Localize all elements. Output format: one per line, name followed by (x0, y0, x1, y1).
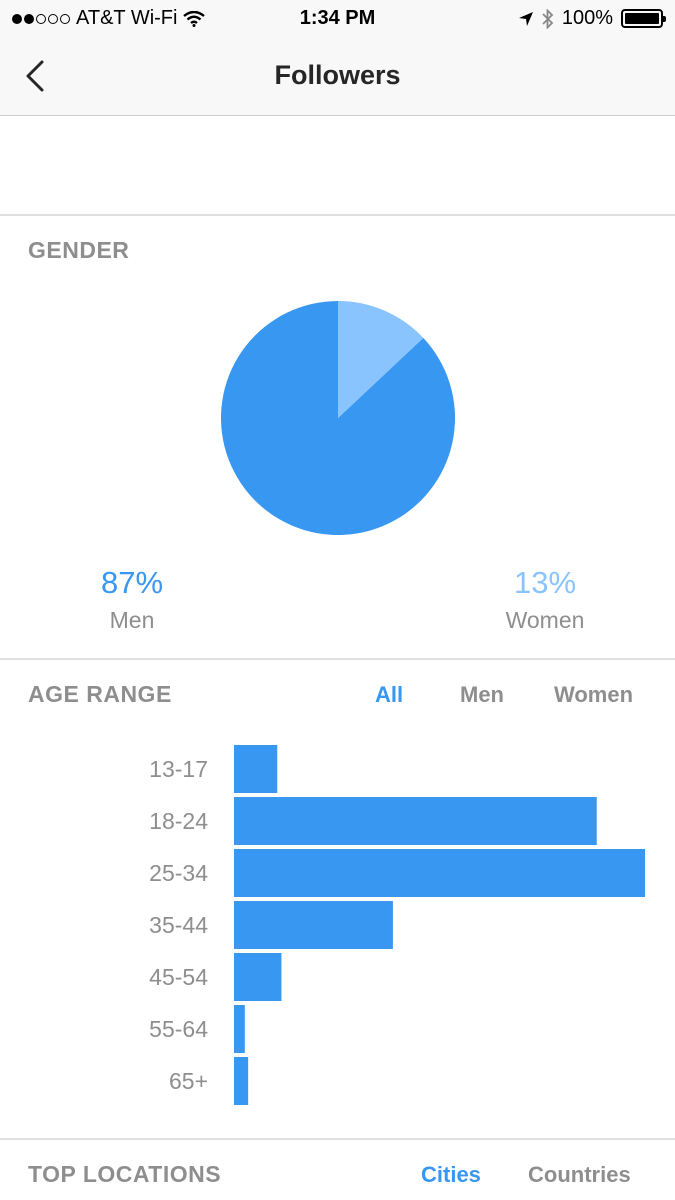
women-percent: 13% (513, 565, 577, 600)
divider (0, 214, 675, 216)
men-percent: 87% (100, 565, 164, 600)
gender-pie-chart (221, 301, 455, 535)
status-bar: AT&T Wi-Fi 1:34 PM 100% (0, 0, 675, 38)
age-bar-55-64 (234, 1005, 245, 1053)
age-label-25-34: 25-34 (149, 860, 208, 886)
women-label: Women (505, 607, 585, 633)
age-label-55-64: 55-64 (149, 1016, 208, 1042)
age-label-18-24: 18-24 (149, 808, 208, 834)
page-title: Followers (274, 60, 401, 90)
top-locations-section-title: TOP LOCATIONS (28, 1161, 222, 1187)
divider (0, 1138, 675, 1140)
bluetooth-icon (542, 8, 554, 29)
age-label-65+: 65+ (169, 1068, 208, 1094)
age-tab-all[interactable]: All (375, 682, 403, 708)
divider (0, 658, 675, 660)
gender-men-stat: 87% Men (32, 565, 232, 634)
age-label-13-17: 13-17 (149, 756, 208, 782)
age-bar-45-54 (234, 953, 282, 1001)
age-range-section-title: AGE RANGE (28, 681, 172, 707)
age-bar-25-34 (234, 849, 646, 897)
age-bar-35-44 (234, 901, 393, 949)
age-bar-18-24 (234, 797, 597, 845)
battery-percent: 100% (561, 7, 613, 29)
age-label-45-54: 45-54 (149, 964, 208, 990)
location-arrow-icon (518, 11, 533, 26)
age-tab-men[interactable]: Men (460, 682, 504, 708)
locations-tab-cities[interactable]: Cities (421, 1162, 481, 1188)
age-label-35-44: 35-44 (149, 912, 208, 938)
locations-tab-countries[interactable]: Countries (528, 1162, 631, 1188)
age-range-bar-chart: 13-17 18-24 25-34 35-44 45-54 55-64 65+ (149, 745, 646, 1105)
gender-section-title: GENDER (28, 237, 130, 263)
battery-icon (621, 9, 666, 28)
men-label: Men (109, 607, 155, 633)
nav-bar: Followers (0, 38, 675, 116)
age-bar-65+ (234, 1057, 249, 1105)
status-right: 100% (518, 7, 666, 30)
age-tab-women[interactable]: Women (554, 682, 633, 708)
age-bar-13-17 (234, 745, 278, 793)
gender-women-stat: 13% Women (445, 565, 645, 634)
